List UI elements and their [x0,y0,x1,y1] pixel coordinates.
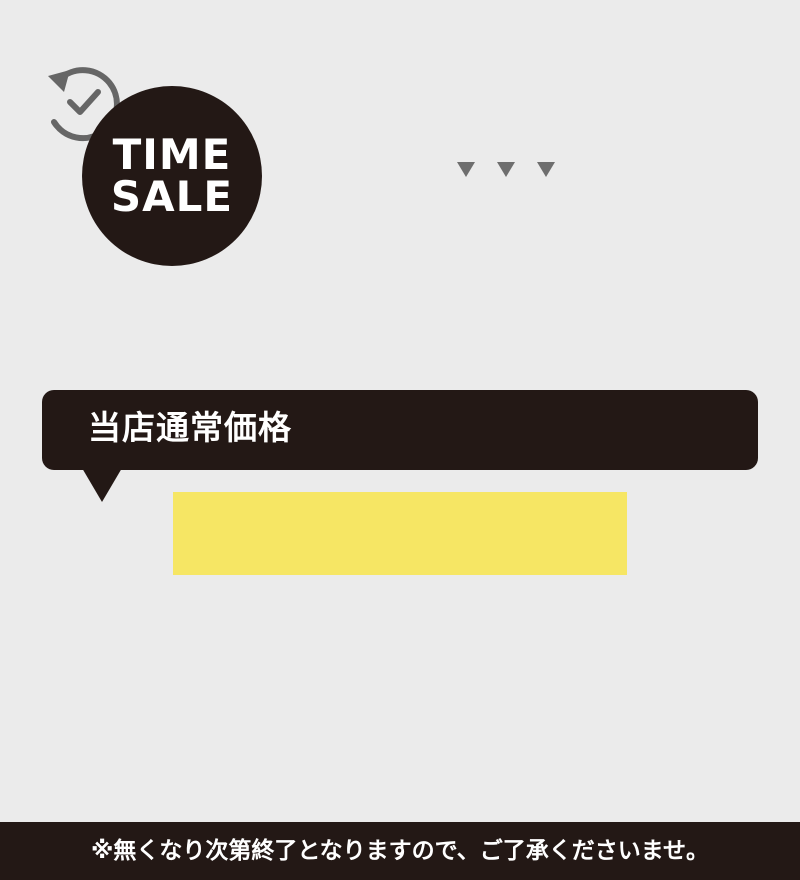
price-label-bubble: 当店通常価格 [42,390,758,502]
footer-note-text: ※無くなり次第終了となりますので、ご了承くださいませ。 [90,838,710,864]
triple-down-arrow-icon [455,160,560,180]
time-sale-badge: TIME SALE [82,86,262,266]
price-highlight-box [173,492,627,575]
badge-line-sale: SALE [110,172,234,221]
price-label-text: 当店通常価格 [88,408,292,447]
footer-note: ※無くなり次第終了となりますので、ご了承くださいませ。 [0,822,800,880]
badge-line-time: TIME [112,130,232,179]
